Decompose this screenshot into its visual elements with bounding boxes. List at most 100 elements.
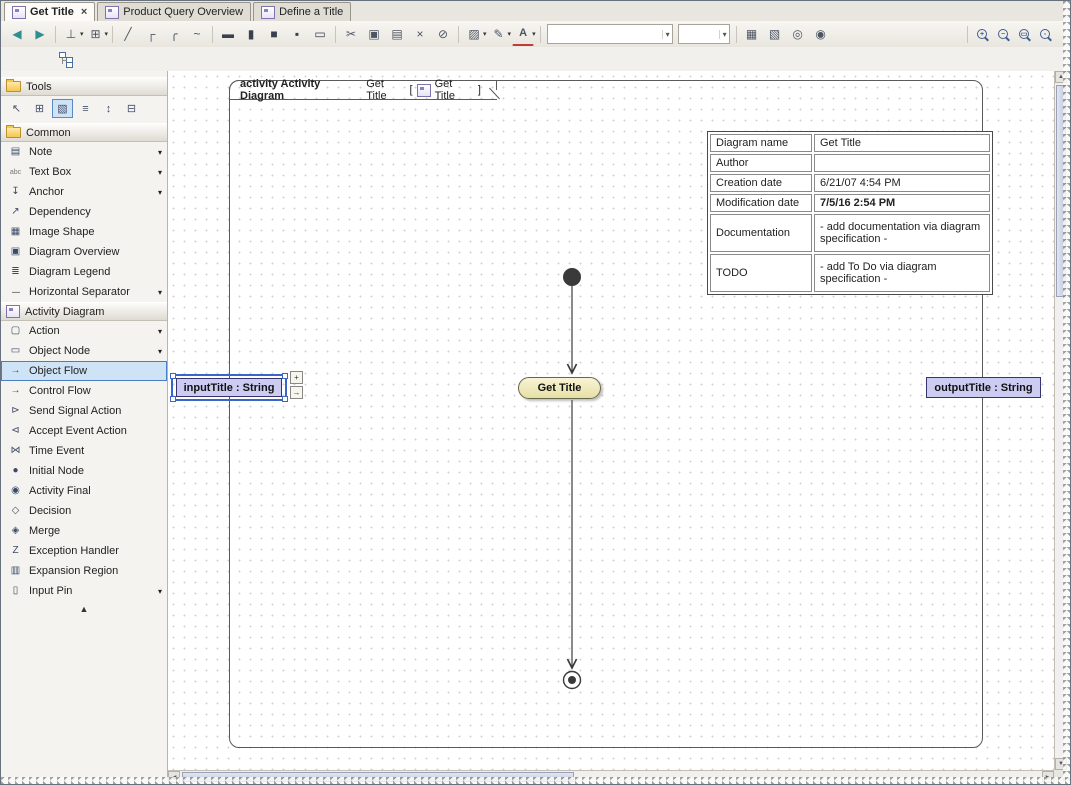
palette-item-input-pin[interactable]: ▯ Input Pin ▾ xyxy=(1,581,167,601)
palette-item-expansion-region[interactable]: ▥ Expansion Region xyxy=(1,561,167,581)
zoom-selection-icon[interactable]: ▫ xyxy=(1035,24,1055,44)
dropdown-icon[interactable]: ▾ xyxy=(158,288,162,297)
select-in-tree-icon[interactable]: ◎ xyxy=(787,23,809,45)
paste-icon[interactable]: ▤ xyxy=(386,23,408,45)
zoom-fit-icon[interactable]: ▭ xyxy=(1014,24,1034,44)
diagram-info-table[interactable]: Diagram name Get Title Author Creation d… xyxy=(707,131,993,295)
align-tool-icon[interactable]: ≡ xyxy=(75,99,96,118)
input-pin-selection[interactable]: inputTitle : String xyxy=(171,374,287,401)
diagram-canvas[interactable]: activity Activity Diagram Get Title [ Ge… xyxy=(168,71,1054,770)
distribute-tool-icon[interactable]: ↕ xyxy=(98,99,119,118)
same-height-icon[interactable]: ▮ xyxy=(240,23,262,45)
layout-dropdown-icon[interactable]: ▾ xyxy=(80,30,84,38)
selection-handle[interactable] xyxy=(170,396,176,402)
palette-item-action[interactable]: ▢ Action ▾ xyxy=(1,321,167,341)
dropdown-icon[interactable]: ▾ xyxy=(158,168,162,177)
add-pin-icon[interactable]: + xyxy=(290,371,303,384)
palette-item-anchor[interactable]: ↧ Anchor ▾ xyxy=(1,182,167,202)
oblique-path-icon[interactable]: ╱ xyxy=(117,23,139,45)
scroll-up-icon[interactable]: ▲ xyxy=(1055,71,1067,83)
back-icon[interactable]: ◀ xyxy=(6,23,28,45)
palette-item-decision[interactable]: ◇ Decision xyxy=(1,501,167,521)
zoom-in-icon[interactable]: + xyxy=(972,24,992,44)
combobox-arrow-icon[interactable]: ▾ xyxy=(719,30,727,39)
palette-item-exception-handler[interactable]: Z Exception Handler xyxy=(1,541,167,561)
make-same-size-icon[interactable]: ■ xyxy=(263,23,285,45)
dropdown-icon[interactable]: ▾ xyxy=(158,587,162,596)
palette-item-horizontal-separator[interactable]: ---- Horizontal Separator ▾ xyxy=(1,282,167,302)
palette-item-object-node[interactable]: ▭ Object Node ▾ xyxy=(1,341,167,361)
font-color-icon[interactable]: A xyxy=(512,23,534,46)
palette-section-tools[interactable]: Tools xyxy=(1,77,167,96)
dropdown-icon[interactable]: ▾ xyxy=(158,148,162,157)
palette-item-diagram-overview[interactable]: ▣ Diagram Overview xyxy=(1,242,167,262)
sticky-tool-icon[interactable]: ▧ xyxy=(52,99,73,118)
combobox-arrow-icon[interactable]: ▾ xyxy=(662,30,670,39)
palette-section-activity-diagram[interactable]: Activity Diagram xyxy=(1,302,167,321)
palette-item-activity-final[interactable]: ◉ Activity Final xyxy=(1,481,167,501)
dropdown-icon[interactable]: ▾ xyxy=(158,327,162,336)
grid-toggle-icon[interactable]: ▧ xyxy=(764,23,786,45)
layout-icon[interactable]: ⊥ xyxy=(60,23,82,45)
image-export-icon[interactable]: ▦ xyxy=(741,23,763,45)
add-related-dropdown-icon[interactable]: ▾ xyxy=(105,30,109,38)
same-width-icon[interactable]: ▬ xyxy=(217,23,239,45)
dropdown-icon[interactable]: ▾ xyxy=(158,347,162,356)
rectilinear-path-icon[interactable]: ┌ xyxy=(140,23,162,45)
palette-section-common[interactable]: Common xyxy=(1,123,167,142)
scroll-left-icon[interactable]: ◀ xyxy=(168,771,180,783)
resize-tool-icon[interactable]: ⊟ xyxy=(121,99,142,118)
dropdown-icon[interactable]: ▾ xyxy=(158,188,162,197)
copy-icon[interactable]: ▣ xyxy=(363,23,385,45)
selection-handle[interactable] xyxy=(282,396,288,402)
draw-flow-icon[interactable]: → xyxy=(290,386,303,399)
selection-handle[interactable] xyxy=(170,373,176,379)
action-node-get-title[interactable]: Get Title xyxy=(518,377,601,399)
scroll-right-icon[interactable]: ▶ xyxy=(1042,771,1054,783)
palette-collapse-icon[interactable]: ▲ xyxy=(1,601,167,617)
palette-item-send-signal-action[interactable]: ⊳ Send Signal Action xyxy=(1,401,167,421)
palette-item-text-box[interactable]: abc Text Box ▾ xyxy=(1,162,167,182)
palette-item-dependency[interactable]: ↗ Dependency xyxy=(1,202,167,222)
zoom-out-icon[interactable]: − xyxy=(993,24,1013,44)
vertical-scrollbar-thumb[interactable] xyxy=(1056,85,1066,297)
palette-item-object-flow[interactable]: → Object Flow xyxy=(1,361,167,381)
palette-item-time-event[interactable]: ⋈ Time Event xyxy=(1,441,167,461)
fill-color-icon[interactable]: ▨ xyxy=(463,23,485,45)
palette-item-diagram-legend[interactable]: ≣ Diagram Legend xyxy=(1,262,167,282)
horizontal-scrollbar-thumb[interactable] xyxy=(182,772,574,782)
center-shapes-icon[interactable]: ▪ xyxy=(286,23,308,45)
vertical-scrollbar[interactable]: ▲ ▼ xyxy=(1054,71,1067,770)
forward-icon[interactable]: ▶ xyxy=(29,23,51,45)
tab-define-a-title[interactable]: Define a Title xyxy=(253,2,351,21)
zoom-combobox[interactable]: ▾ xyxy=(678,24,730,44)
cut-icon[interactable]: ✂ xyxy=(340,23,362,45)
font-color-dropdown-icon[interactable]: ▾ xyxy=(532,30,536,38)
tab-get-title[interactable]: Get Title × xyxy=(4,2,95,21)
input-pin-node[interactable]: inputTitle : String xyxy=(176,378,282,397)
delete-icon[interactable]: × xyxy=(409,23,431,45)
tab-product-query-overview[interactable]: Product Query Overview xyxy=(97,2,251,21)
style-combobox[interactable]: ▾ xyxy=(547,24,673,44)
rounded-path-icon[interactable]: ╭ xyxy=(163,23,185,45)
related-elements-icon[interactable]: ◉ xyxy=(810,23,832,45)
palette-item-image-shape[interactable]: ▦ Image Shape xyxy=(1,222,167,242)
palette-item-note[interactable]: ▤ Note ▾ xyxy=(1,142,167,162)
marquee-tool-icon[interactable]: ⊞ xyxy=(29,99,50,118)
select-tool-icon[interactable]: ↖ xyxy=(6,99,27,118)
autosize-icon[interactable]: ▭ xyxy=(309,23,331,45)
close-tab-icon[interactable]: × xyxy=(81,7,87,18)
output-pin-node[interactable]: outputTitle : String xyxy=(926,377,1041,398)
palette-item-initial-node[interactable]: ● Initial Node xyxy=(1,461,167,481)
line-color-icon[interactable]: ✎ xyxy=(488,23,510,45)
add-related-icon[interactable]: ⊞ xyxy=(85,23,107,45)
scroll-down-icon[interactable]: ▼ xyxy=(1055,758,1067,770)
horizontal-scrollbar[interactable]: ◀ ▶ xyxy=(168,770,1054,783)
delete-from-model-icon[interactable]: ⊘ xyxy=(432,23,454,45)
palette-item-merge[interactable]: ◈ Merge xyxy=(1,521,167,541)
palette-item-accept-event-action[interactable]: ⊲ Accept Event Action xyxy=(1,421,167,441)
spline-path-icon[interactable]: ~ xyxy=(186,23,208,45)
selection-handle[interactable] xyxy=(282,373,288,379)
palette-item-control-flow[interactable]: → Control Flow xyxy=(1,381,167,401)
fill-color-dropdown-icon[interactable]: ▾ xyxy=(483,30,487,38)
